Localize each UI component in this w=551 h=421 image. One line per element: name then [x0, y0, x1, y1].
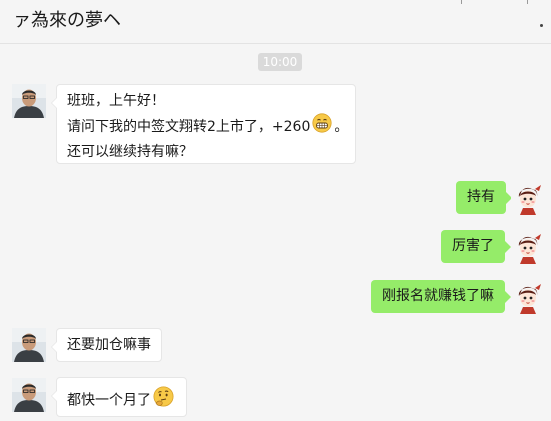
- my-avatar[interactable]: [511, 181, 545, 215]
- message-text-line: 请问下我的中签文翔转2上市了，+260 。: [67, 113, 349, 141]
- message-text: 请问下我的中签文翔转2上市了，+260: [67, 119, 311, 135]
- time-stamp: 10:00: [258, 53, 302, 71]
- message-text: 持有: [467, 189, 495, 205]
- message-text: 还可以继续持有嘛？: [67, 144, 193, 160]
- message-bubble-incoming[interactable]: 都快一个月了: [51, 377, 187, 417]
- message-bubble-incoming[interactable]: 班班，上午好！ 请问下我的中签文翔转2上市了，+260 。 还可以继续持有嘛？: [51, 84, 356, 164]
- chat-header: ァ為來の夢ヘ: [0, 0, 551, 44]
- message-bubble-outgoing[interactable]: 持有: [456, 181, 512, 214]
- contact-avatar[interactable]: [12, 378, 46, 412]
- message-bubble-outgoing[interactable]: 刚报名就赚钱了嘛: [371, 280, 511, 313]
- contact-avatar[interactable]: [12, 84, 46, 118]
- message-text: 还要加仓嘛事: [67, 337, 151, 353]
- more-options-icon[interactable]: [540, 24, 543, 27]
- message-text: 班班，上午好！: [67, 93, 165, 109]
- chat-title: ァ為來の夢ヘ: [13, 10, 121, 31]
- window-edge-mark: [461, 0, 462, 4]
- my-avatar[interactable]: [511, 280, 545, 314]
- message-bubble-incoming[interactable]: 还要加仓嘛事: [51, 328, 162, 362]
- window-edge-mark: [527, 0, 528, 4]
- message-text: 。: [334, 119, 349, 135]
- message-text: 厉害了: [452, 238, 494, 254]
- thinking-face-icon: [153, 386, 174, 415]
- message-text: 都快一个月了: [67, 392, 151, 409]
- grinning-face-icon: [312, 113, 332, 141]
- message-bubble-outgoing[interactable]: 厉害了: [441, 230, 511, 263]
- my-avatar[interactable]: [511, 230, 545, 264]
- contact-avatar[interactable]: [12, 328, 46, 362]
- message-text: 刚报名就赚钱了嘛: [382, 288, 494, 304]
